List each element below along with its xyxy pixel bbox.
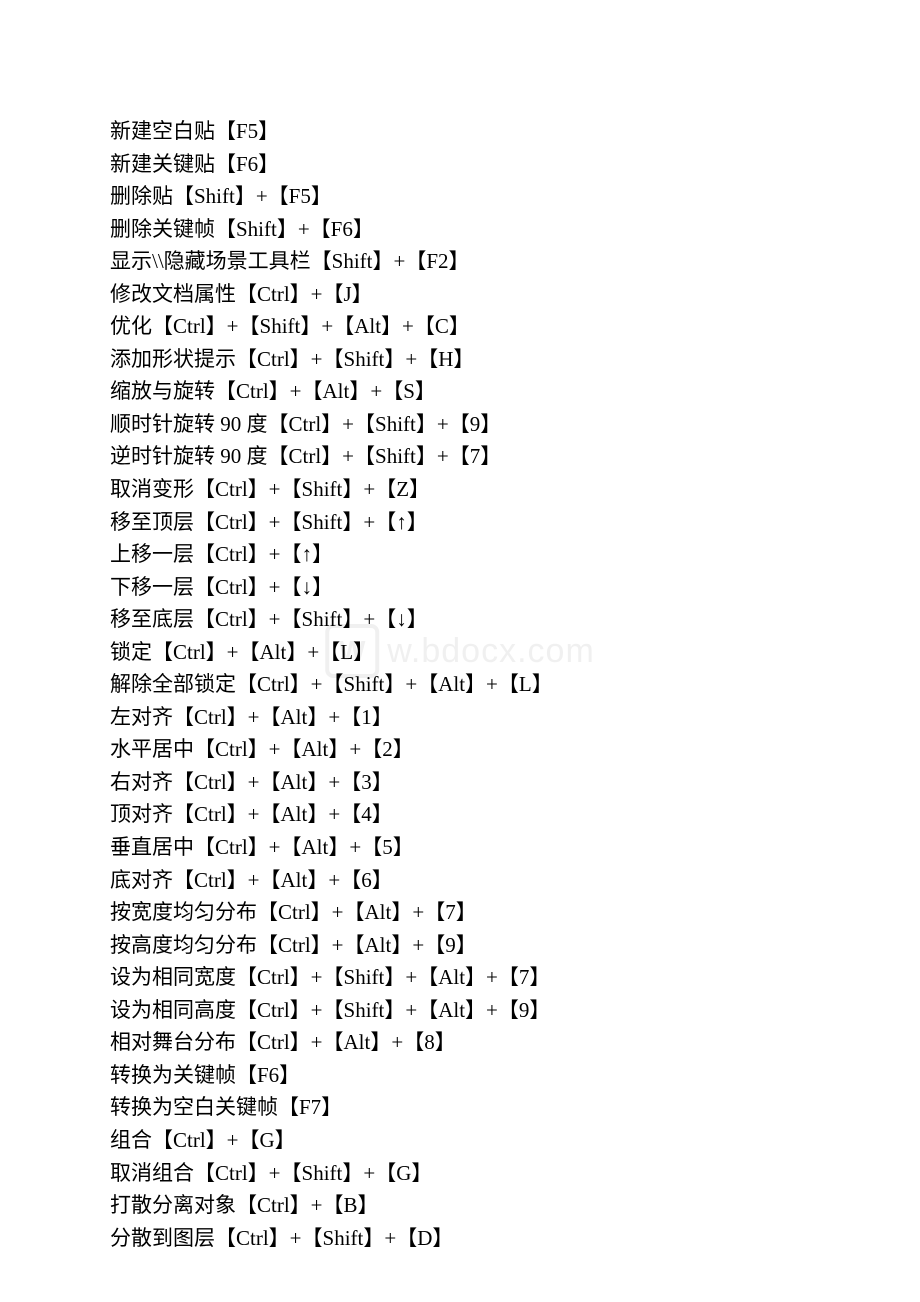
shortcut-list: 新建空白贴【F5】新建关键贴【F6】删除贴【Shift】+【F5】删除关键帧【S… bbox=[110, 115, 810, 1254]
shortcut-line: 删除贴【Shift】+【F5】 bbox=[110, 180, 810, 213]
shortcut-line: 显示\\隐藏场景工具栏【Shift】+【F2】 bbox=[110, 245, 810, 278]
shortcut-line: 按宽度均匀分布【Ctrl】+【Alt】+【7】 bbox=[110, 896, 810, 929]
shortcut-line: 锁定【Ctrl】+【Alt】+【L】 bbox=[110, 636, 810, 669]
shortcut-line: 顺时针旋转 90 度【Ctrl】+【Shift】+【9】 bbox=[110, 408, 810, 441]
shortcut-line: 打散分离对象【Ctrl】+【B】 bbox=[110, 1189, 810, 1222]
shortcut-line: 右对齐【Ctrl】+【Alt】+【3】 bbox=[110, 766, 810, 799]
shortcut-line: 取消变形【Ctrl】+【Shift】+【Z】 bbox=[110, 473, 810, 506]
shortcut-line: 设为相同宽度【Ctrl】+【Shift】+【Alt】+【7】 bbox=[110, 961, 810, 994]
shortcut-line: 组合【Ctrl】+【G】 bbox=[110, 1124, 810, 1157]
shortcut-line: 左对齐【Ctrl】+【Alt】+【1】 bbox=[110, 701, 810, 734]
shortcut-line: 设为相同高度【Ctrl】+【Shift】+【Alt】+【9】 bbox=[110, 994, 810, 1027]
shortcut-line: 解除全部锁定【Ctrl】+【Shift】+【Alt】+【L】 bbox=[110, 668, 810, 701]
shortcut-line: 底对齐【Ctrl】+【Alt】+【6】 bbox=[110, 864, 810, 897]
shortcut-line: 缩放与旋转【Ctrl】+【Alt】+【S】 bbox=[110, 375, 810, 408]
shortcut-line: 转换为空白关键帧【F7】 bbox=[110, 1091, 810, 1124]
shortcut-line: 水平居中【Ctrl】+【Alt】+【2】 bbox=[110, 733, 810, 766]
shortcut-line: 垂直居中【Ctrl】+【Alt】+【5】 bbox=[110, 831, 810, 864]
shortcut-line: 分散到图层【Ctrl】+【Shift】+【D】 bbox=[110, 1222, 810, 1255]
shortcut-line: 移至顶层【Ctrl】+【Shift】+【↑】 bbox=[110, 506, 810, 539]
shortcut-line: 新建关键贴【F6】 bbox=[110, 148, 810, 181]
shortcut-line: 删除关键帧【Shift】+【F6】 bbox=[110, 213, 810, 246]
shortcut-line: 逆时针旋转 90 度【Ctrl】+【Shift】+【7】 bbox=[110, 440, 810, 473]
shortcut-line: 转换为关键帧【F6】 bbox=[110, 1059, 810, 1092]
shortcut-line: 添加形状提示【Ctrl】+【Shift】+【H】 bbox=[110, 343, 810, 376]
shortcut-line: 新建空白贴【F5】 bbox=[110, 115, 810, 148]
shortcut-line: 移至底层【Ctrl】+【Shift】+【↓】 bbox=[110, 603, 810, 636]
shortcut-line: 下移一层【Ctrl】+【↓】 bbox=[110, 571, 810, 604]
shortcut-line: 按高度均匀分布【Ctrl】+【Alt】+【9】 bbox=[110, 929, 810, 962]
shortcut-line: 上移一层【Ctrl】+【↑】 bbox=[110, 538, 810, 571]
shortcut-line: 修改文档属性【Ctrl】+【J】 bbox=[110, 278, 810, 311]
shortcut-line: 取消组合【Ctrl】+【Shift】+【G】 bbox=[110, 1157, 810, 1190]
shortcut-line: 相对舞台分布【Ctrl】+【Alt】+【8】 bbox=[110, 1026, 810, 1059]
shortcut-line: 优化【Ctrl】+【Shift】+【Alt】+【C】 bbox=[110, 310, 810, 343]
shortcut-line: 顶对齐【Ctrl】+【Alt】+【4】 bbox=[110, 798, 810, 831]
